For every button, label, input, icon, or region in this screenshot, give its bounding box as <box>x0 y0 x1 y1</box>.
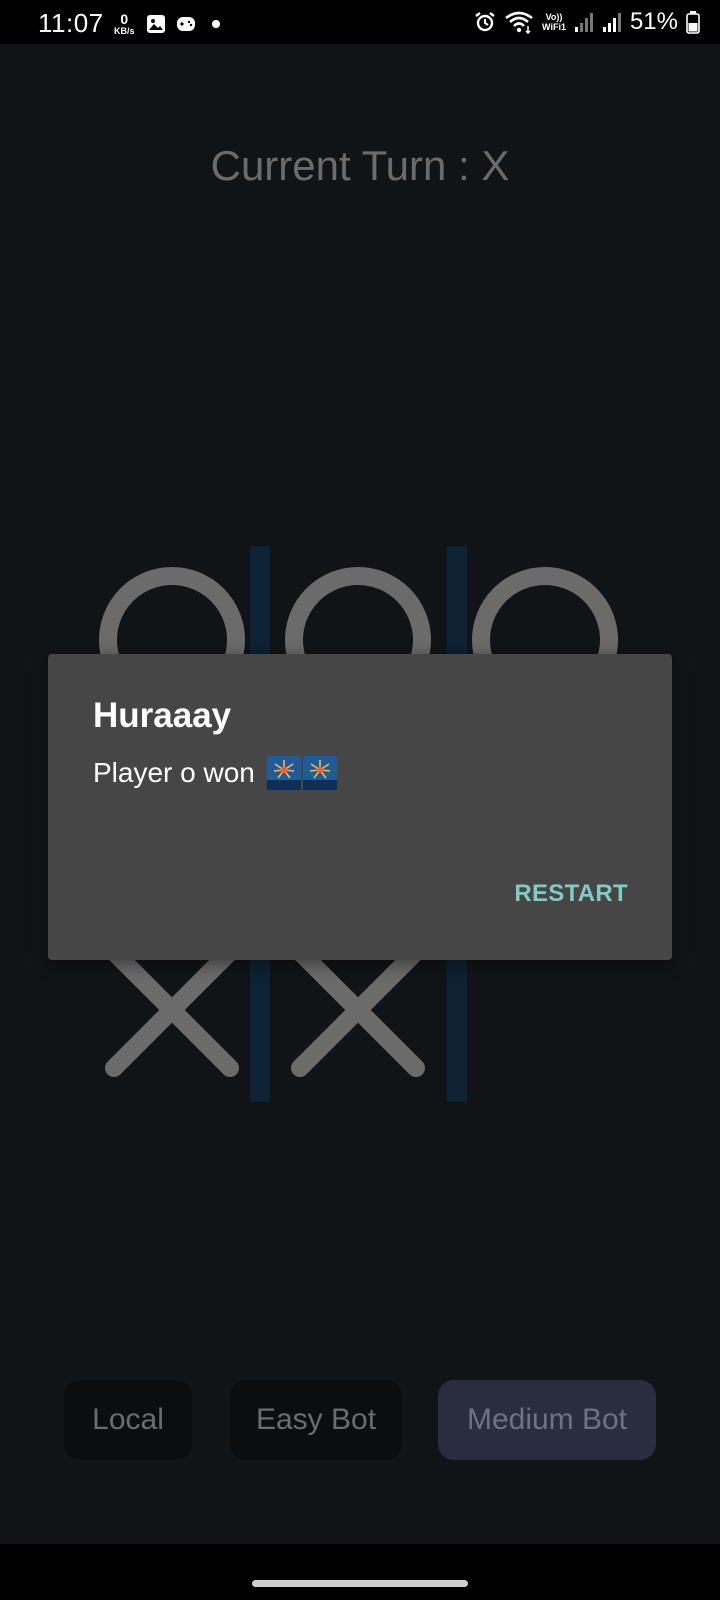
status-bar: 11:07 0 KB/s Vo)) WiFi1 51% <box>0 0 720 44</box>
game-icon <box>177 17 195 31</box>
dot-icon <box>212 20 220 28</box>
dialog-title: Huraaay <box>93 696 232 735</box>
gallery-icon <box>147 15 165 33</box>
network-speed: 0 KB/s <box>114 12 135 36</box>
signal-icon-2 <box>602 13 621 32</box>
wifi-icon <box>505 11 533 34</box>
restart-button[interactable]: RESTART <box>514 880 628 908</box>
battery-icon <box>686 11 700 34</box>
alarm-icon <box>475 12 495 32</box>
mode-selector: Local Easy Bot Medium Bot <box>0 1380 720 1460</box>
win-dialog: Huraaay Player o won RESTART <box>48 654 672 960</box>
local-mode-button[interactable]: Local <box>64 1380 192 1460</box>
current-turn-label: Current Turn : X <box>210 142 510 189</box>
battery-percent: 51% <box>629 8 678 35</box>
dialog-message-row: Player o won <box>93 756 337 790</box>
fireworks-icon <box>302 756 337 790</box>
network-speed-value: 0 <box>120 11 129 27</box>
vowifi-bottom: WiFi1 <box>542 22 566 32</box>
signal-icon <box>574 13 593 32</box>
medium-bot-button[interactable]: Medium Bot <box>438 1380 656 1460</box>
system-icons: Vo)) WiFi1 51% <box>474 8 700 36</box>
navigation-bar <box>0 1544 720 1600</box>
dialog-message: Player o won <box>93 757 255 788</box>
vowifi-icon: Vo)) WiFi1 <box>542 12 566 32</box>
status-time: 11:07 <box>38 8 104 38</box>
vowifi-top: Vo)) <box>545 12 563 22</box>
home-indicator[interactable] <box>252 1580 468 1587</box>
fireworks-icon <box>266 756 301 790</box>
network-speed-unit: KB/s <box>114 26 135 36</box>
easy-bot-button[interactable]: Easy Bot <box>230 1380 402 1460</box>
notification-icons <box>146 14 226 34</box>
